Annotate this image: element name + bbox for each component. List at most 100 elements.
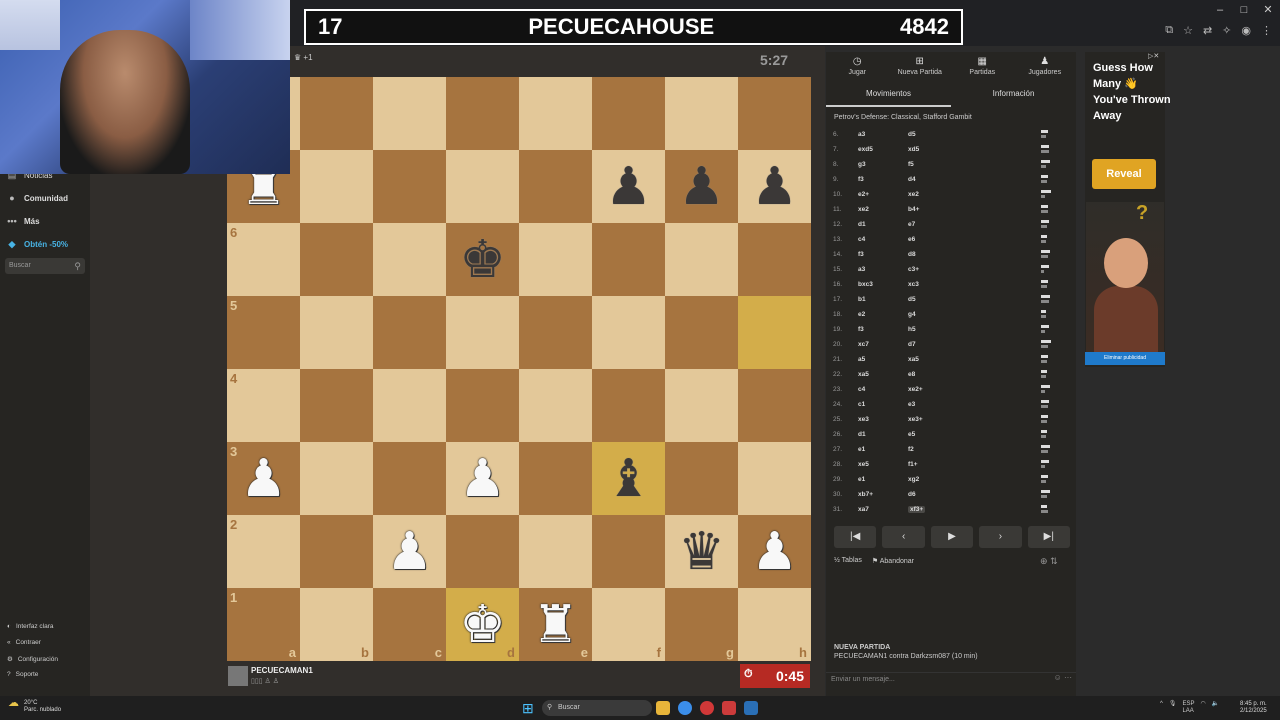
white-move[interactable]: d1 bbox=[858, 431, 866, 438]
white-pawn-icon[interactable]: ♟ bbox=[751, 526, 798, 578]
extensions-icon[interactable]: ✧ bbox=[1222, 24, 1231, 37]
square-g6[interactable] bbox=[665, 223, 738, 296]
square-b1[interactable]: b bbox=[300, 588, 373, 661]
square-f6[interactable] bbox=[592, 223, 665, 296]
black-move[interactable]: d5 bbox=[908, 296, 916, 303]
square-b5[interactable] bbox=[300, 296, 373, 369]
black-move[interactable]: xg2 bbox=[908, 476, 919, 483]
square-f4[interactable] bbox=[592, 369, 665, 442]
square-h7[interactable]: ♟ bbox=[738, 150, 811, 223]
white-move[interactable]: exd5 bbox=[858, 146, 873, 153]
reveal-button[interactable]: Reveal bbox=[1092, 159, 1156, 189]
white-move[interactable]: c4 bbox=[858, 236, 865, 243]
chevron-up-icon[interactable]: ^ bbox=[1160, 701, 1163, 715]
black-move[interactable]: f2 bbox=[908, 446, 914, 453]
volume-icon[interactable]: 🔈 bbox=[1212, 701, 1219, 715]
sidebar-item-more[interactable]: ••• Más bbox=[6, 216, 39, 226]
tab-new-game[interactable]: ⊞ Nueva Partida bbox=[889, 52, 952, 82]
black-move[interactable]: e7 bbox=[908, 221, 915, 228]
white-pawn-icon[interactable]: ♟ bbox=[459, 453, 506, 505]
analysis-icon[interactable]: ⊕ bbox=[1040, 556, 1048, 566]
black-move[interactable]: xe2 bbox=[908, 191, 919, 198]
square-d1-highlight[interactable]: ♚ d bbox=[446, 588, 519, 661]
square-d7[interactable] bbox=[446, 150, 519, 223]
menu-icon[interactable]: ⋮ bbox=[1261, 24, 1272, 37]
square-g5[interactable] bbox=[665, 296, 738, 369]
white-move[interactable]: xa5 bbox=[858, 371, 869, 378]
square-h8[interactable] bbox=[738, 77, 811, 150]
square-g3[interactable] bbox=[665, 442, 738, 515]
white-move[interactable]: g3 bbox=[858, 161, 866, 168]
flip-icon[interactable]: ⇅ bbox=[1050, 556, 1058, 566]
tab-players[interactable]: ♟ Jugadores bbox=[1014, 52, 1077, 82]
weather-widget[interactable]: ☁ 20°C Parc. nublado bbox=[8, 698, 61, 714]
square-c8[interactable] bbox=[373, 77, 446, 150]
black-move[interactable]: d7 bbox=[908, 341, 916, 348]
square-f5[interactable] bbox=[592, 296, 665, 369]
remove-ads-button[interactable]: Eliminar publicidad bbox=[1085, 352, 1165, 365]
black-move[interactable]: e6 bbox=[908, 236, 915, 243]
black-move[interactable]: d5 bbox=[908, 131, 916, 138]
black-move[interactable]: xa5 bbox=[908, 356, 919, 363]
square-e4[interactable] bbox=[519, 369, 592, 442]
black-move[interactable]: f5 bbox=[908, 161, 914, 168]
bottom-player-name[interactable]: PECUECAMAN1 bbox=[251, 666, 313, 675]
square-e2[interactable] bbox=[519, 515, 592, 588]
last-move-button[interactable]: ▶| bbox=[1027, 526, 1071, 548]
square-b7[interactable] bbox=[300, 150, 373, 223]
ad-image[interactable]: ? bbox=[1086, 202, 1164, 352]
white-move[interactable]: a5 bbox=[858, 356, 865, 363]
white-move[interactable]: f3 bbox=[858, 251, 864, 258]
black-move[interactable]: xe3+ bbox=[908, 416, 923, 423]
black-move[interactable]: xd5 bbox=[908, 146, 919, 153]
resign-button[interactable]: ⚑ Abandonar bbox=[872, 557, 914, 565]
square-e5[interactable] bbox=[519, 296, 592, 369]
square-e8[interactable] bbox=[519, 77, 592, 150]
white-move[interactable]: a3 bbox=[858, 131, 865, 138]
white-move[interactable]: bxc3 bbox=[858, 281, 873, 288]
square-g1[interactable]: g bbox=[665, 588, 738, 661]
sidebar-item-settings[interactable]: ⚙ Configuración bbox=[7, 655, 58, 664]
white-pawn-icon[interactable]: ♟ bbox=[240, 453, 287, 505]
white-move[interactable]: c4 bbox=[858, 386, 865, 393]
square-f7[interactable]: ♟ bbox=[592, 150, 665, 223]
white-pawn-icon[interactable]: ♟ bbox=[386, 526, 433, 578]
black-pawn-icon[interactable]: ♟ bbox=[678, 161, 725, 213]
avatar[interactable] bbox=[228, 666, 248, 686]
white-move[interactable]: b1 bbox=[858, 296, 866, 303]
white-rook-icon[interactable]: ♜ bbox=[532, 599, 579, 651]
mic-icon[interactable]: 🎙 bbox=[1169, 701, 1177, 715]
maximize-icon[interactable]: □ bbox=[1232, 0, 1256, 20]
taskbar-search-input[interactable]: ⚲ Buscar bbox=[542, 700, 652, 716]
black-move[interactable]: h5 bbox=[908, 326, 916, 333]
taskbar-clock[interactable]: 8:45 p. m. 2/12/2025 bbox=[1240, 701, 1267, 715]
sidebar-item-light-theme[interactable]: ◐ Interfaz clara bbox=[7, 623, 54, 630]
black-move[interactable]: g4 bbox=[908, 311, 916, 318]
white-move[interactable]: xe2 bbox=[858, 206, 869, 213]
square-a4[interactable]: 4 bbox=[227, 369, 300, 442]
black-bishop-icon[interactable]: ♝ bbox=[605, 453, 652, 505]
square-e6[interactable] bbox=[519, 223, 592, 296]
sidebar-item-collapse[interactable]: «Contraer bbox=[7, 639, 41, 646]
sidebar-search-input[interactable]: Buscar ⚲ bbox=[5, 258, 85, 274]
install-icon[interactable]: ⧉ bbox=[1165, 24, 1173, 37]
square-a5[interactable]: 5 bbox=[227, 296, 300, 369]
black-pawn-icon[interactable]: ♟ bbox=[751, 161, 798, 213]
square-a2[interactable]: 2 bbox=[227, 515, 300, 588]
tab-info[interactable]: Información bbox=[951, 85, 1076, 107]
square-f1[interactable]: f bbox=[592, 588, 665, 661]
square-h6[interactable] bbox=[738, 223, 811, 296]
square-c1[interactable]: c bbox=[373, 588, 446, 661]
translate-icon[interactable]: ⇄ bbox=[1203, 24, 1212, 37]
square-g2[interactable]: ♛ bbox=[665, 515, 738, 588]
black-queen-icon[interactable]: ♛ bbox=[678, 526, 725, 578]
white-move[interactable]: xc7 bbox=[858, 341, 869, 348]
chess-board[interactable]: ♜ ♟ ♟ ♟ 6 ♚ 5 4 3 ♟ ♟ ♝ 2 ♟ ♛ ♟ 1a b c ♚ d… bbox=[227, 77, 811, 661]
white-move[interactable]: c1 bbox=[858, 401, 865, 408]
steam-icon[interactable] bbox=[744, 701, 758, 715]
square-d8[interactable] bbox=[446, 77, 519, 150]
square-c6[interactable] bbox=[373, 223, 446, 296]
white-move[interactable]: a3 bbox=[858, 266, 865, 273]
star-icon[interactable]: ☆ bbox=[1183, 24, 1193, 37]
minimize-icon[interactable]: – bbox=[1208, 0, 1232, 20]
